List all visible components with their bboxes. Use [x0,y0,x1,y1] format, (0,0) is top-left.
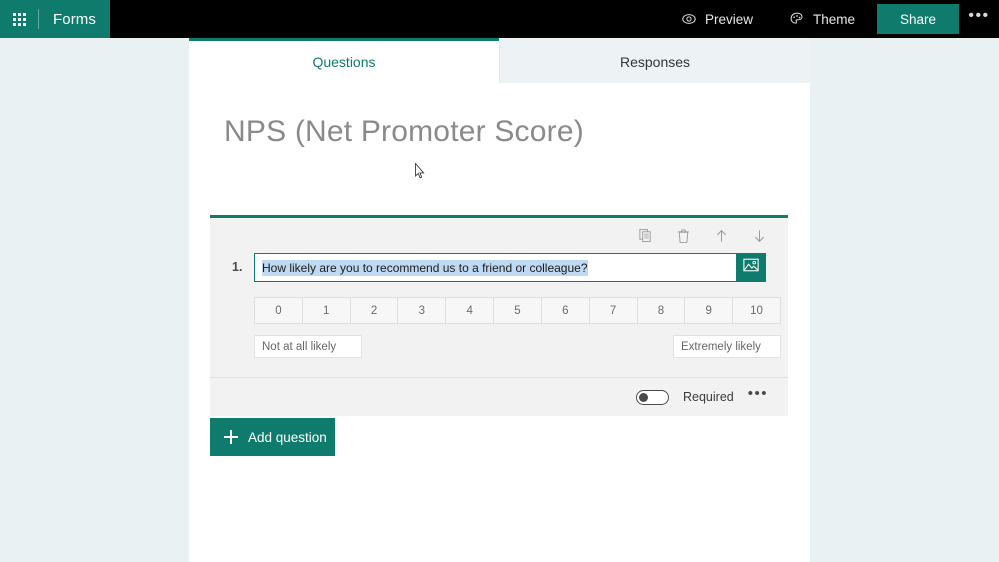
question-card: 1. How likely are you to recommend us to… [210,215,788,416]
tab-questions[interactable]: Questions [189,38,499,83]
scale-option-4[interactable]: 4 [445,297,494,324]
mouse-cursor [415,163,425,179]
tab-responses[interactable]: Responses [499,38,810,83]
scale-option-5[interactable]: 5 [493,297,541,324]
trash-icon[interactable] [674,227,692,245]
scale-option-7[interactable]: 7 [588,297,637,324]
share-button[interactable]: Share [877,4,959,34]
add-question-button[interactable]: Add question [210,418,335,456]
question-more-options-button[interactable]: ••• [748,386,768,405]
question-text-input[interactable]: How likely are you to recommend us to a … [254,253,766,282]
question-footer: Required ••• [210,378,788,416]
question-text-value: How likely are you to recommend us to a … [255,254,736,281]
arrow-up-icon[interactable] [712,227,730,245]
scale-option-8[interactable]: 8 [636,297,685,324]
add-question-label: Add question [248,429,327,445]
form-title[interactable]: NPS (Net Promoter Score) [224,115,584,149]
scale-option-10[interactable]: 10 [732,297,781,324]
insert-image-button[interactable] [736,254,765,281]
question-number: 1. [232,260,243,274]
form-tabs: Questions Responses [189,38,810,83]
scale-option-2[interactable]: 2 [349,297,398,324]
palette-icon [789,11,805,27]
topbar-more-button[interactable]: ••• [959,0,999,38]
topbar-actions: Preview Theme Share ••• [663,0,999,38]
brand-zone: Forms [0,0,110,38]
page-background: Questions Responses NPS (Net Promoter Sc… [0,38,999,562]
tab-questions-label: Questions [312,54,376,70]
top-app-bar: Forms Preview Theme Share ••• [0,0,999,38]
arrow-down-icon[interactable] [750,227,768,245]
question-title-row: 1. How likely are you to recommend us to… [210,253,788,282]
tab-responses-label: Responses [619,54,691,70]
required-toggle-knob [639,392,648,402]
scale-high-label-input[interactable]: Extremely likely [673,335,781,358]
rating-scale: 0 1 2 3 4 5 6 7 8 9 10 [254,297,781,324]
preview-button[interactable]: Preview [663,0,771,38]
scale-option-1[interactable]: 1 [301,297,350,324]
copy-icon[interactable] [636,227,654,245]
picture-icon [742,258,759,277]
plus-icon [224,430,238,444]
scale-option-6[interactable]: 6 [540,297,589,324]
scale-option-0[interactable]: 0 [254,297,302,324]
form-content-column: Questions Responses NPS (Net Promoter Sc… [189,38,810,562]
scale-option-9[interactable]: 9 [684,297,733,324]
app-launcher-button[interactable] [0,0,38,38]
eye-icon [681,11,697,27]
scale-labels-row: Not at all likely Extremely likely [254,335,781,358]
preview-label: Preview [704,11,753,27]
theme-label: Theme [812,11,855,27]
scale-low-label-input[interactable]: Not at all likely [254,335,362,358]
required-toggle[interactable] [636,389,669,405]
theme-button[interactable]: Theme [771,0,873,38]
scale-option-3[interactable]: 3 [397,297,446,324]
question-text-selection: How likely are you to recommend us to a … [262,259,588,276]
required-label: Required [683,390,734,404]
forms-brand-link[interactable]: Forms [39,0,96,38]
app-launcher-waffle-icon [12,12,26,26]
question-toolbar [210,218,788,253]
